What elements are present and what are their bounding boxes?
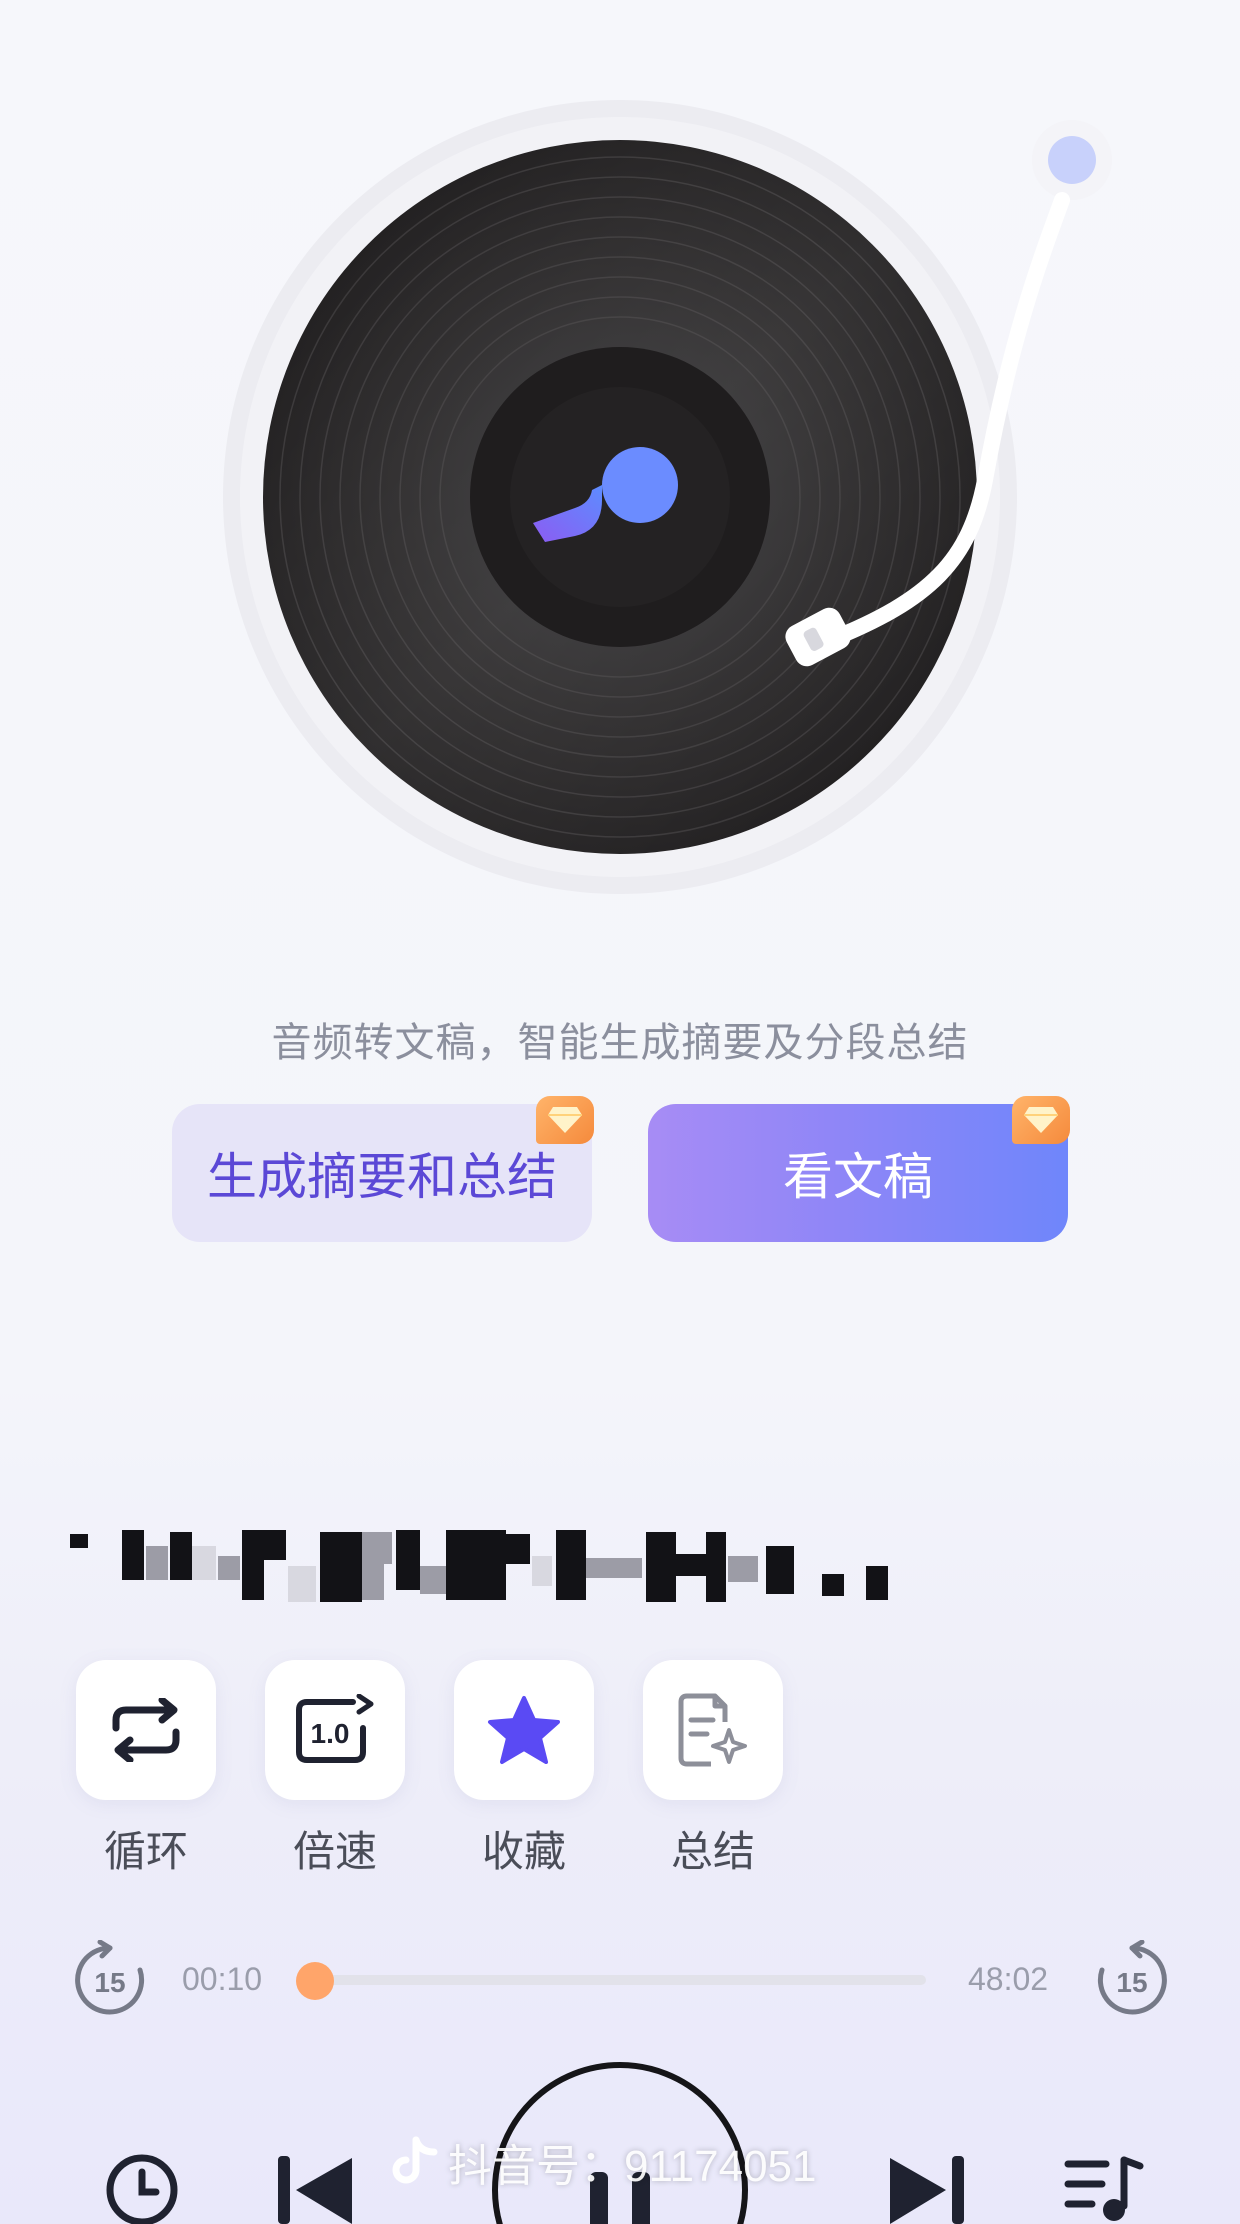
douyin-watermark: 抖音号：91174051 [392, 2130, 817, 2194]
generate-summary-button[interactable]: 生成摘要和总结 [172, 1096, 594, 1242]
rewind-seconds: 15 [94, 1967, 125, 1998]
rewind-15-icon[interactable]: 15 [70, 1940, 150, 2020]
total-time: 48:02 [968, 1961, 1049, 1997]
summary-button[interactable] [643, 1660, 783, 1800]
forward-15-icon[interactable]: 15 [1092, 1940, 1172, 2020]
progress-thumb[interactable] [296, 1962, 334, 2000]
view-transcript-label: 看文稿 [783, 1149, 933, 1205]
vip-diamond-icon [1012, 1096, 1070, 1144]
view-transcript-button[interactable]: 看文稿 [648, 1096, 1070, 1242]
track-title-pixelated [70, 1530, 888, 1602]
progress-track[interactable] [306, 1975, 926, 1985]
vinyl-turntable-illustration [223, 100, 1112, 894]
previous-track-icon[interactable] [272, 2150, 358, 2224]
douyin-logo-icon [392, 2136, 438, 2184]
summary-doc-icon [678, 1693, 747, 1767]
loop-label: 循环 [103, 1828, 188, 1875]
loop-button[interactable] [76, 1660, 216, 1800]
favorite-label: 收藏 [481, 1828, 566, 1875]
next-track-icon[interactable] [884, 2150, 970, 2224]
speed-icon: 1.0 [296, 1694, 374, 1763]
forward-seconds: 15 [1116, 1967, 1147, 1998]
playlist-icon[interactable] [1062, 2154, 1146, 2224]
star-icon [488, 1696, 560, 1764]
playback-speed-button[interactable]: 1.0 [265, 1660, 405, 1800]
watermark-text: 抖音号：91174051 [448, 2142, 817, 2191]
speed-label: 倍速 [292, 1828, 377, 1875]
vip-diamond-icon [536, 1096, 594, 1144]
feature-caption: 音频转文稿，智能生成摘要及分段总结 [271, 1021, 969, 1065]
summary-label: 总结 [670, 1828, 755, 1875]
favorite-button[interactable] [454, 1660, 594, 1800]
current-time: 00:10 [182, 1961, 263, 1997]
speed-value: 1.0 [311, 1718, 350, 1749]
loop-icon [112, 1698, 180, 1762]
generate-summary-label: 生成摘要和总结 [207, 1149, 557, 1205]
sleep-timer-icon[interactable] [104, 2152, 180, 2224]
